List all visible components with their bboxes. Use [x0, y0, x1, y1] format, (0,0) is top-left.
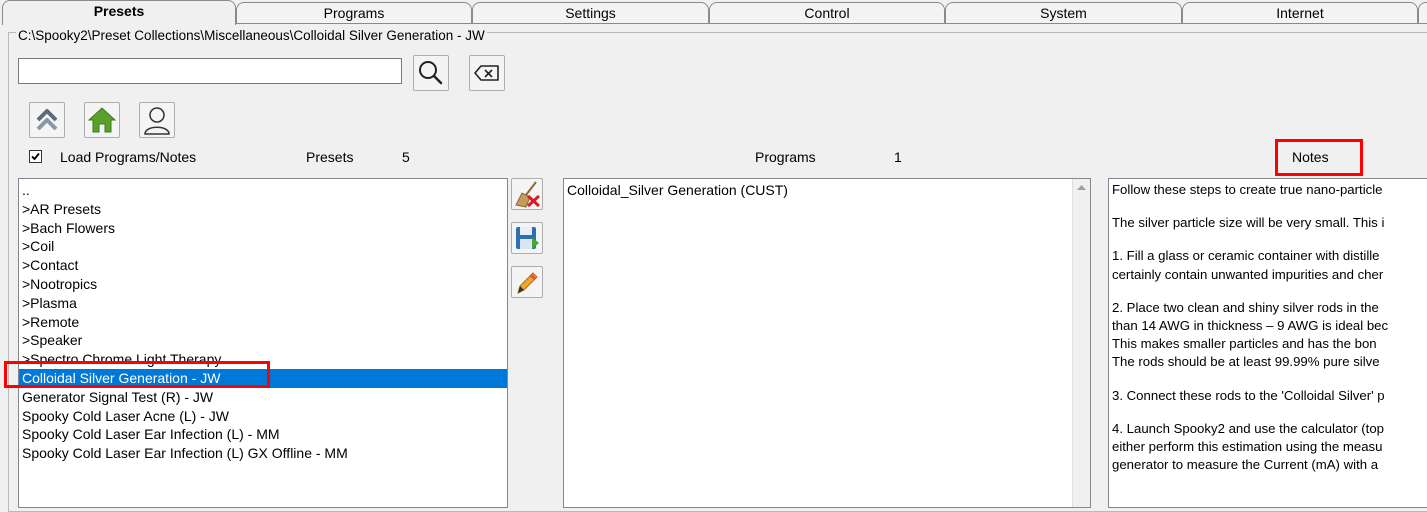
preset-item[interactable]: >Speaker — [19, 331, 507, 350]
search-input[interactable] — [18, 58, 402, 84]
tab-settings[interactable]: Settings — [472, 2, 709, 24]
tab-control[interactable]: Control — [709, 2, 945, 24]
programs-count: 1 — [894, 149, 902, 165]
preset-item[interactable]: >Remote — [19, 313, 507, 332]
notes-paragraph: Follow these steps to create true nano-p… — [1112, 181, 1427, 199]
preset-item[interactable]: >Nootropics — [19, 275, 507, 294]
up-folder-button[interactable] — [29, 102, 65, 138]
notes-line: either perform this estimation using the… — [1112, 439, 1383, 455]
preset-item[interactable]: Spooky Cold Laser Acne (L) - JW — [19, 407, 507, 426]
notes-line: than 14 AWG in thickness – 9 AWG is idea… — [1112, 318, 1389, 334]
clear-icon — [474, 65, 499, 81]
edit-preset-button[interactable] — [511, 266, 543, 298]
notes-line: generator to measure the Current (mA) wi… — [1112, 457, 1379, 473]
save-icon — [516, 227, 539, 249]
notes-label: Notes — [1292, 149, 1329, 165]
notes-panel[interactable]: Follow these steps to create true nano-p… — [1108, 178, 1427, 508]
preset-item[interactable]: .. — [19, 181, 507, 200]
load-programs-label[interactable]: Load Programs/Notes — [60, 148, 196, 166]
save-preset-button[interactable] — [511, 222, 543, 254]
notes-line: certainly contain unwanted impurities an… — [1112, 266, 1384, 282]
tab-overflow[interactable] — [1418, 2, 1427, 24]
program-item[interactable]: Colloidal_Silver Generation (CUST) — [564, 181, 1090, 200]
preset-item[interactable]: Generator Signal Test (R) - JW — [19, 388, 507, 407]
tab-programs[interactable]: Programs — [236, 2, 472, 24]
notes-line: 4. Launch Spooky2 and use the calculator… — [1112, 420, 1384, 436]
broom-delete-icon — [515, 181, 541, 208]
notes-paragraph: 3. Connect these rods to the 'Colloidal … — [1112, 387, 1427, 405]
preset-item-selected[interactable]: Colloidal Silver Generation - JW — [19, 368, 507, 388]
presets-count: 5 — [402, 149, 410, 165]
tab-presets[interactable]: Presets — [2, 0, 236, 25]
checkmark-icon — [31, 152, 40, 161]
preset-item[interactable]: Spooky Cold Laser Ear Infection (L) GX O… — [19, 444, 507, 463]
notes-paragraph: 4. Launch Spooky2 and use the calculator… — [1112, 420, 1427, 475]
preset-item[interactable]: >Contact — [19, 256, 507, 275]
scroll-up-arrow-icon — [1077, 185, 1086, 190]
home-icon — [87, 107, 117, 133]
tab-system[interactable]: System — [945, 2, 1182, 24]
load-programs-checkbox[interactable] — [29, 150, 42, 163]
home-button[interactable] — [84, 102, 120, 138]
preset-item[interactable]: >Coil — [19, 237, 507, 256]
programs-scrollbar[interactable] — [1072, 179, 1090, 507]
user-icon — [144, 107, 170, 135]
preset-item[interactable]: Spooky Cold Laser Ear Infection (L) - MM — [19, 425, 507, 444]
presets-list[interactable]: .. >AR Presets >Bach Flowers >Coil >Contact >… — [18, 178, 508, 508]
programs-label: Programs — [755, 149, 816, 165]
preset-item[interactable]: >Spectro Chrome Light Therapy — [19, 350, 507, 369]
notes-line: 3. Connect these rods to the 'Colloidal … — [1112, 387, 1385, 403]
preset-item[interactable]: >AR Presets — [19, 200, 507, 219]
clear-search-button[interactable] — [469, 55, 505, 91]
notes-line: 2. Place two clean and shiny silver rods… — [1112, 299, 1379, 315]
search-button[interactable] — [413, 55, 449, 91]
double-chevron-up-icon — [36, 109, 58, 131]
tab-bar: Presets Programs Settings Control System… — [0, 0, 1427, 25]
notes-paragraph: The silver particle size will be very sm… — [1112, 214, 1427, 232]
tab-internet[interactable]: Internet — [1182, 2, 1418, 24]
preset-item[interactable]: >Plasma — [19, 294, 507, 313]
preset-path: C:\Spooky2\Preset Collections\Miscellane… — [16, 27, 487, 45]
preset-item[interactable]: >Bach Flowers — [19, 219, 507, 238]
notes-line: 1. Fill a glass or ceramic container wit… — [1112, 248, 1380, 264]
presets-label: Presets — [306, 149, 354, 165]
pencil-icon — [517, 272, 538, 294]
notes-line: This makes smaller particles and has the… — [1112, 336, 1377, 352]
notes-paragraph: 2. Place two clean and shiny silver rods… — [1112, 299, 1427, 372]
notes-line: Follow these steps to create true nano-p… — [1112, 182, 1383, 197]
notes-paragraph: 1. Fill a glass or ceramic container wit… — [1112, 247, 1427, 283]
notes-line: The silver particle size will be very sm… — [1112, 215, 1385, 231]
user-button[interactable] — [139, 102, 175, 138]
search-icon — [419, 61, 443, 85]
notes-line: The rods should be at least 99.99% pure … — [1112, 354, 1380, 370]
delete-preset-button[interactable] — [511, 178, 543, 210]
programs-list[interactable]: Colloidal_Silver Generation (CUST) — [563, 178, 1091, 508]
